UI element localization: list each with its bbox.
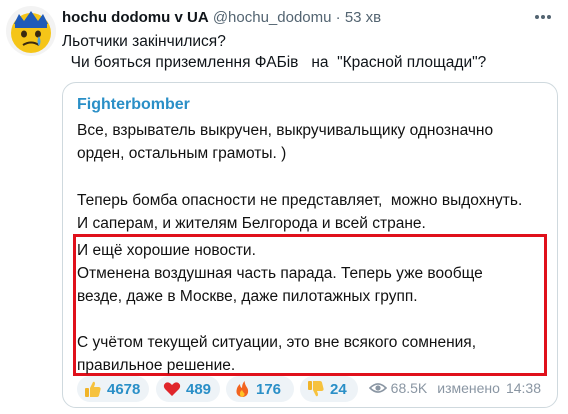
views-count: 68.5K	[390, 380, 428, 396]
quote-paragraph: И ещё хорошие новости. Отменена воздушна…	[77, 239, 483, 308]
quote-line: правильное решение.	[77, 357, 236, 374]
quoted-post-card[interactable]: Fighterbomber Все, взрыватель выкручен, …	[62, 82, 558, 408]
quote-paragraph: Теперь бомба опасности не представляет, …	[77, 189, 522, 235]
quote-line: везде, даже в Москве, даже пилотажных гр…	[77, 288, 418, 305]
tweet-text-line: Чи бояться приземлення ФАБів на "Красной…	[62, 54, 487, 71]
reaction-count: 4678	[107, 380, 141, 398]
reaction-fire[interactable]: 176	[226, 376, 294, 402]
post-meta: 68.5K изменено 14:38	[368, 380, 541, 396]
reaction-thumbs-up[interactable]: 4678	[77, 376, 149, 402]
thumbs-down-icon	[308, 381, 324, 397]
reaction-count: 176	[256, 380, 282, 398]
channel-name[interactable]: Fighterbomber	[77, 96, 190, 114]
quote-line: И ещё хорошие новости.	[77, 242, 256, 259]
avatar-emoji-icon	[6, 6, 56, 56]
quote-line: Теперь бомба опасности не представляет, …	[77, 192, 523, 209]
tweet-time[interactable]: 53 хв	[345, 9, 381, 26]
post-time: 14:38	[505, 380, 541, 396]
tweet-header: hochu dodomu v UA @hochu_dodomu · 53 хв	[62, 9, 528, 27]
quote-line: С учётом текущей ситуации, это вне всяко…	[77, 334, 477, 351]
fire-icon	[236, 381, 249, 397]
quote-line: Все, взрыватель выкручен, выкручивальщик…	[77, 122, 494, 139]
quote-paragraph: Все, взрыватель выкручен, выкручивальщик…	[77, 119, 493, 165]
tweet: hochu dodomu v UA @hochu_dodomu · 53 хв …	[0, 0, 568, 414]
more-dots-icon	[535, 15, 551, 19]
eye-icon	[368, 383, 387, 393]
more-options-button[interactable]	[532, 6, 554, 28]
author-handle[interactable]: @hochu_dodomu	[213, 9, 332, 26]
heart-icon	[163, 382, 181, 396]
reactions-bar: 4678 489 176 24 68.5K изменено 14:38	[77, 376, 543, 404]
quote-paragraph: С учётом текущей ситуации, это вне всяко…	[77, 331, 476, 377]
reaction-heart[interactable]: 489	[156, 376, 220, 402]
reaction-thumbs-down[interactable]: 24	[300, 376, 358, 402]
tweet-text: Льотчики закінчилися? Чи бояться приземл…	[62, 31, 552, 73]
edited-label: изменено	[437, 380, 500, 396]
quote-line: Отменена воздушная часть парада. Теперь …	[77, 265, 483, 282]
quote-line: орден, остальным грамоты. )	[77, 145, 287, 162]
avatar[interactable]	[6, 6, 56, 56]
separator-dot: ·	[335, 9, 341, 26]
quote-line: И саперам, и жителям Белгорода и всей ст…	[77, 215, 426, 232]
author-name[interactable]: hochu dodomu v UA	[62, 9, 209, 26]
tweet-text-line: Льотчики закінчилися?	[62, 33, 226, 50]
reaction-count: 24	[330, 380, 347, 398]
thumbs-up-icon	[85, 381, 101, 397]
reaction-count: 489	[186, 380, 212, 398]
